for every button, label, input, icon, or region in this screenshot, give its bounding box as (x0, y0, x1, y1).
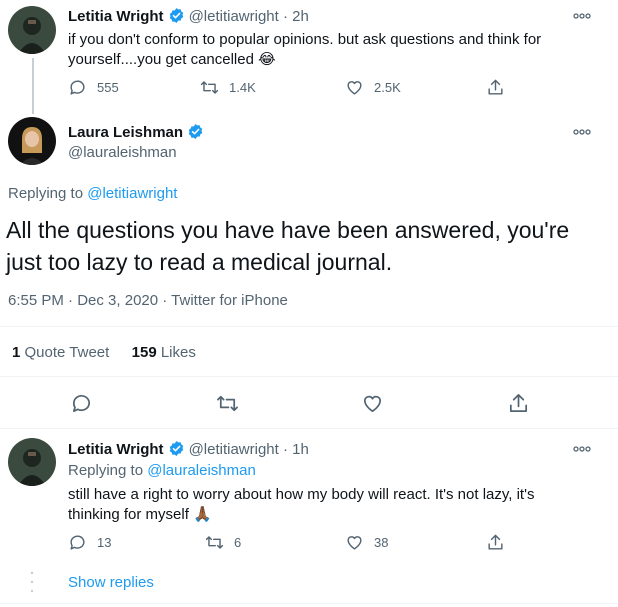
reply-button[interactable]: 13 (68, 533, 111, 552)
retweet-button[interactable]: 6 (205, 533, 241, 552)
timestamp[interactable]: · 1h (283, 441, 309, 458)
heart-icon (347, 536, 362, 550)
display-name[interactable]: Letitia Wright (68, 441, 164, 458)
reply-icon (70, 535, 85, 550)
more-options-icon[interactable] (572, 10, 592, 22)
reply-text: still have a right to worry about how my… (68, 486, 535, 523)
like-count: 38 (374, 535, 389, 550)
retweet-count: 1.4K (229, 80, 256, 95)
tweet-stats: 1 Quote Tweet 159 Likes (12, 344, 196, 361)
share-icon[interactable] (507, 392, 530, 415)
main-tweet-text: All the questions you have have been ans… (6, 217, 570, 275)
like-count: 2.5K (374, 80, 401, 95)
tweet-source[interactable]: Twitter for iPhone (171, 292, 288, 309)
tweet-header: Letitia Wright @letitiawright · 2h (68, 7, 309, 25)
retweet-icon[interactable] (216, 392, 239, 415)
reply-count: 555 (97, 80, 119, 95)
likes-link[interactable]: 159 Likes (132, 344, 196, 361)
share-icon (488, 79, 503, 95)
retweet-count: 6 (234, 535, 242, 550)
quote-tweets-link[interactable]: 1 Quote Tweet (12, 344, 109, 361)
avatar-letitia[interactable] (8, 438, 56, 486)
mention-link[interactable]: @letitiawright (87, 185, 177, 202)
heart-icon (347, 81, 362, 95)
mention-link[interactable]: @lauraleishman (147, 462, 256, 479)
replying-to: Replying to @lauraleishman (68, 462, 256, 479)
divider (0, 326, 618, 327)
divider (0, 428, 618, 429)
reply-icon (70, 80, 85, 95)
retweet-button[interactable]: 1.4K (200, 78, 256, 97)
reply-count: 13 (97, 535, 112, 550)
verified-badge-icon (169, 441, 183, 456)
handle[interactable]: @letitiawright (189, 441, 279, 458)
thread-dots-icon (30, 571, 34, 593)
replying-to: Replying to @letitiawright (8, 185, 178, 202)
divider (0, 376, 618, 377)
thread-connector (32, 58, 34, 114)
like-button[interactable]: 2.5K (345, 78, 401, 97)
more-options-icon[interactable] (572, 126, 592, 138)
avatar-letitia[interactable] (8, 6, 56, 54)
retweet-icon (205, 536, 224, 549)
like-button[interactable]: 38 (345, 533, 388, 552)
tweet-metadata: 6:55 PM · Dec 3, 2020 · Twitter for iPho… (8, 292, 288, 309)
show-replies-link[interactable]: Show replies (68, 574, 154, 591)
handle[interactable]: @letitiawright (189, 8, 279, 25)
tweet-time[interactable]: 6:55 PM (8, 292, 64, 309)
tweet-header: Letitia Wright @letitiawright · 1h (68, 440, 309, 458)
verified-badge-icon (169, 8, 183, 23)
display-name[interactable]: Letitia Wright (68, 8, 164, 25)
handle[interactable]: @lauraleishman (68, 144, 177, 161)
share-button[interactable] (486, 78, 515, 97)
retweet-icon (200, 81, 219, 94)
more-options-icon[interactable] (572, 443, 592, 455)
reply-button[interactable]: 555 (68, 78, 119, 97)
divider (0, 603, 618, 604)
verified-badge-icon (188, 124, 203, 139)
tweet-date[interactable]: Dec 3, 2020 (77, 292, 158, 309)
heart-icon[interactable] (361, 392, 384, 415)
timestamp[interactable]: · 2h (283, 8, 309, 25)
display-name[interactable]: Laura Leishman (68, 123, 208, 141)
share-icon (488, 534, 503, 550)
reply-icon[interactable] (70, 392, 93, 415)
avatar-laura[interactable] (8, 117, 56, 165)
tweet-text: if you don't conform to popular opinions… (68, 31, 542, 68)
share-button[interactable] (486, 533, 515, 552)
